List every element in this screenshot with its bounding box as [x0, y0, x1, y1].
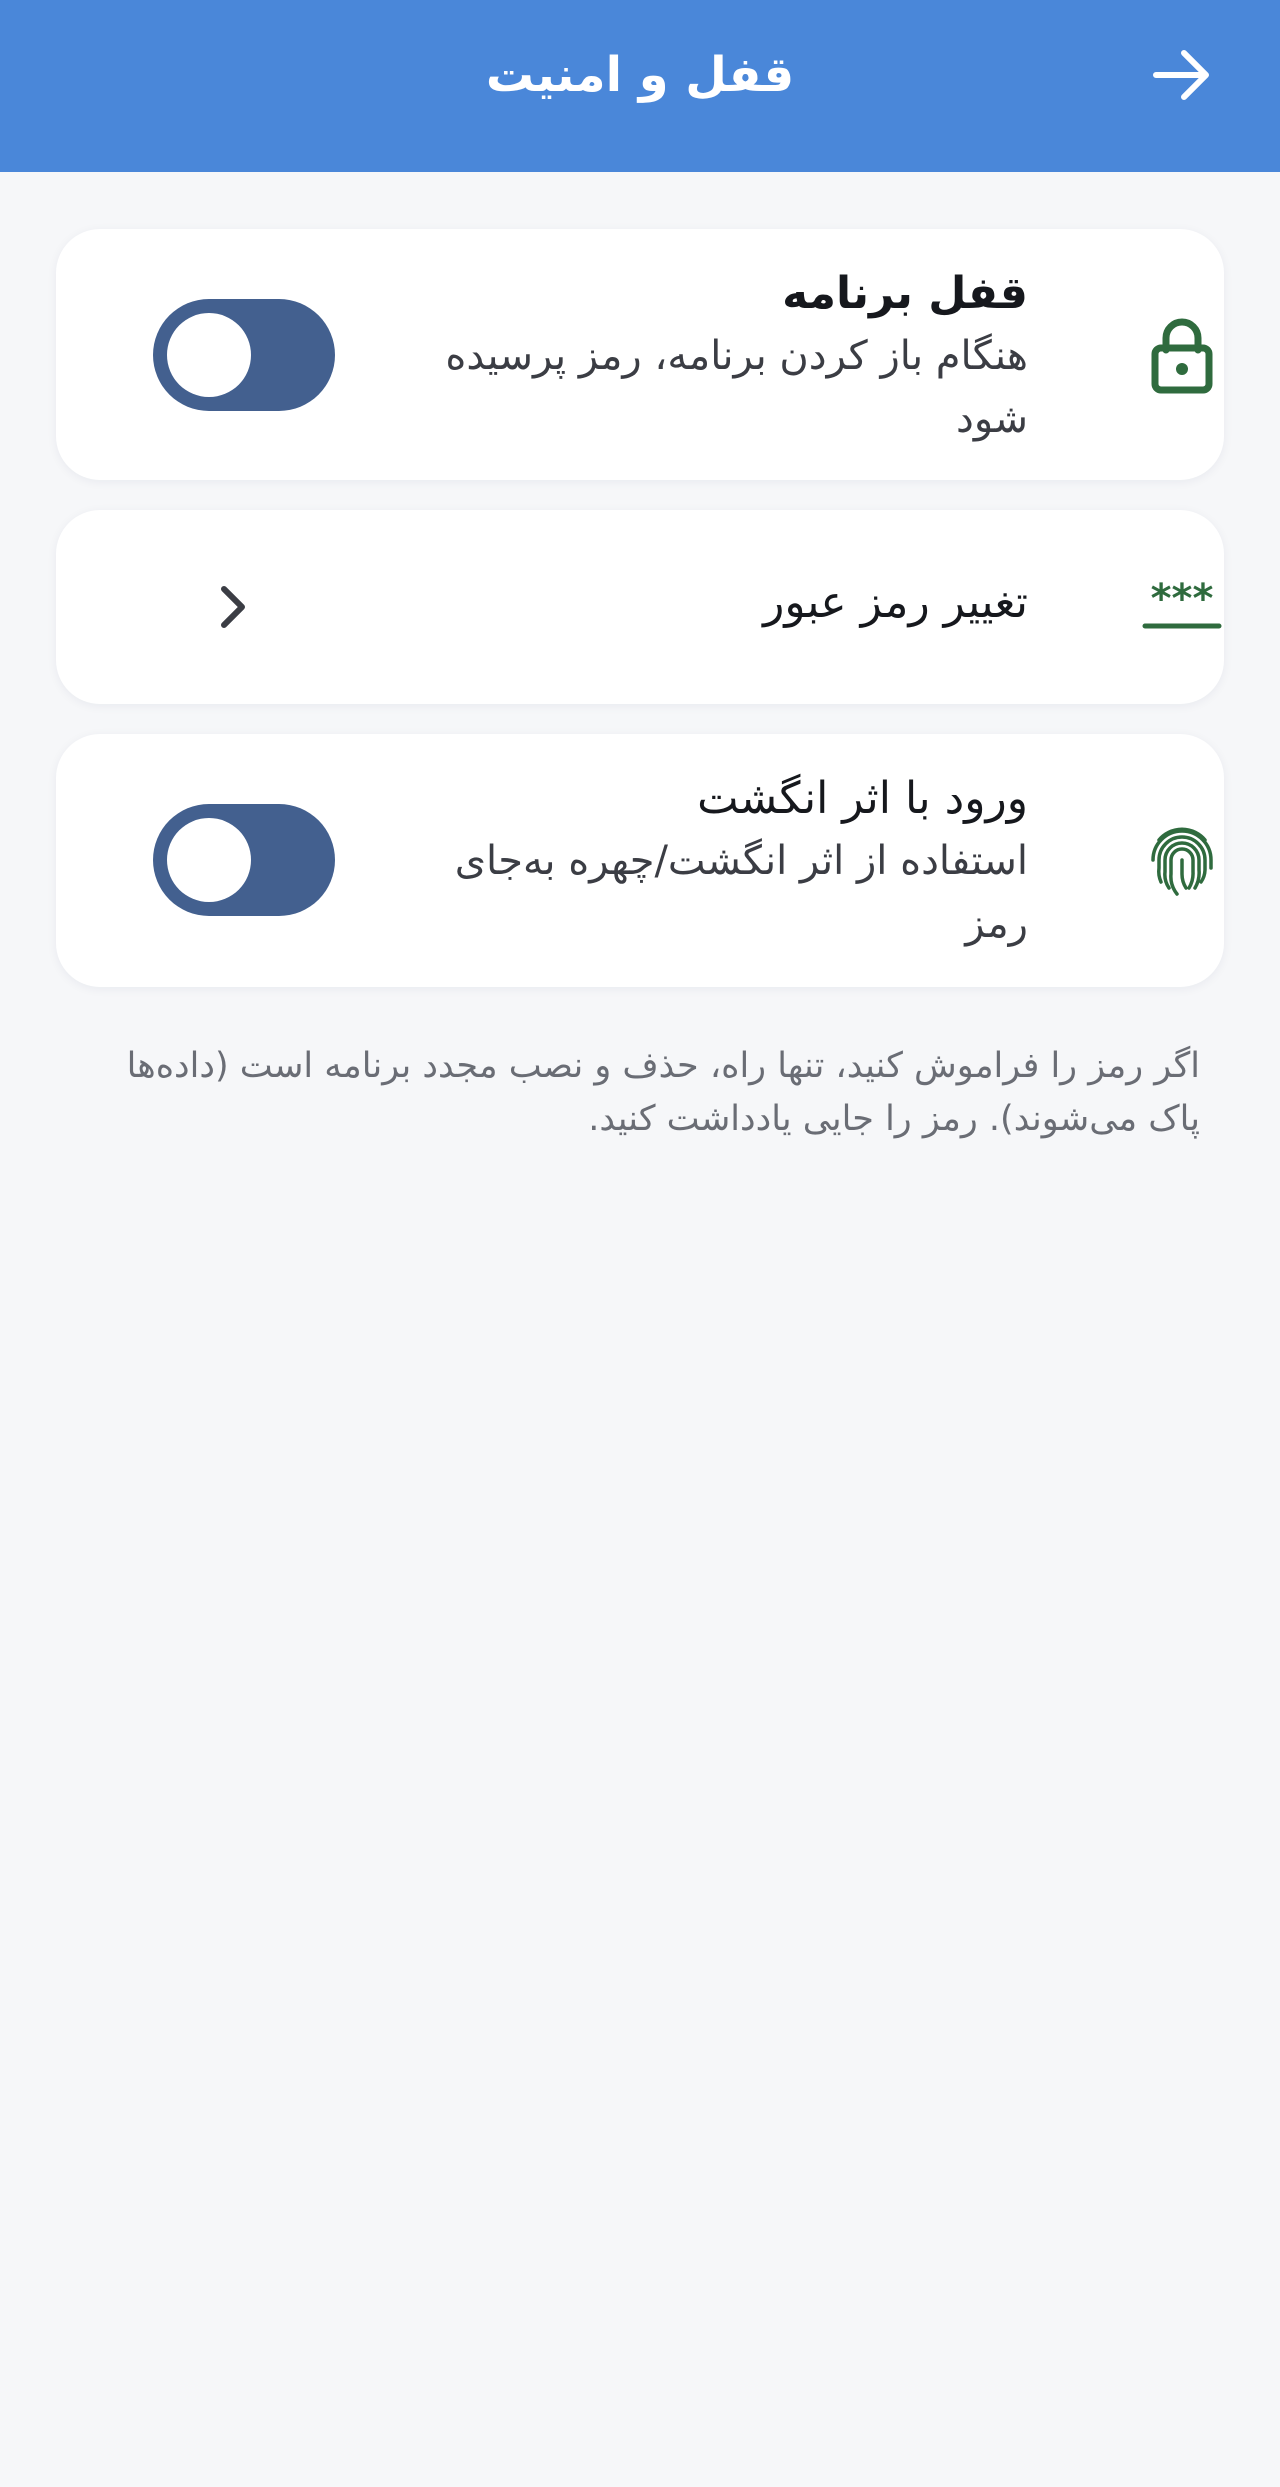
- app-bar: قفل و امنیت: [0, 0, 1280, 172]
- back-button[interactable]: [1140, 40, 1224, 110]
- arrow-right-icon: [1153, 50, 1209, 100]
- biometric-card: ورود با اثر انگشت استفاده از اثر انگشت/چ…: [56, 734, 1224, 987]
- biometric-text: ورود با اثر انگشت استفاده از اثر انگشت/چ…: [388, 768, 1028, 956]
- biometric-title: ورود با اثر انگشت: [697, 773, 1028, 824]
- app-lock-subtitle: هنگام باز کردن برنامه، رمز پرسیده شود: [445, 333, 1028, 442]
- asterisks-icon: ***: [1131, 556, 1233, 658]
- app-lock-title: قفل برنامه: [782, 268, 1028, 319]
- app-lock-toggle[interactable]: [153, 299, 335, 411]
- biometric-subtitle: استفاده از اثر انگشت/چهره به‌جای رمز: [454, 838, 1028, 947]
- password-warning-note: اگر رمز را فراموش کنید، تنها راه، حذف و …: [126, 1046, 1200, 1139]
- app-lock-card: قفل برنامه هنگام باز کردن برنامه، رمز پر…: [56, 229, 1224, 480]
- toggle-knob: [167, 818, 251, 902]
- biometric-toggle[interactable]: [153, 804, 335, 916]
- app-lock-text: قفل برنامه هنگام باز کردن برنامه، رمز پر…: [388, 263, 1028, 451]
- change-password-text: تغییر رمز عبور: [388, 572, 1028, 634]
- chevron-left-icon[interactable]: [206, 582, 256, 632]
- fingerprint-icon: [1131, 810, 1233, 912]
- toggle-knob: [167, 313, 251, 397]
- change-password-title: تغییر رمز عبور: [763, 577, 1028, 628]
- svg-text:***: ***: [1151, 582, 1214, 622]
- change-password-card[interactable]: *** تغییر رمز عبور: [56, 510, 1224, 704]
- lock-icon: [1131, 303, 1233, 405]
- page-title: قفل و امنیت: [485, 47, 795, 103]
